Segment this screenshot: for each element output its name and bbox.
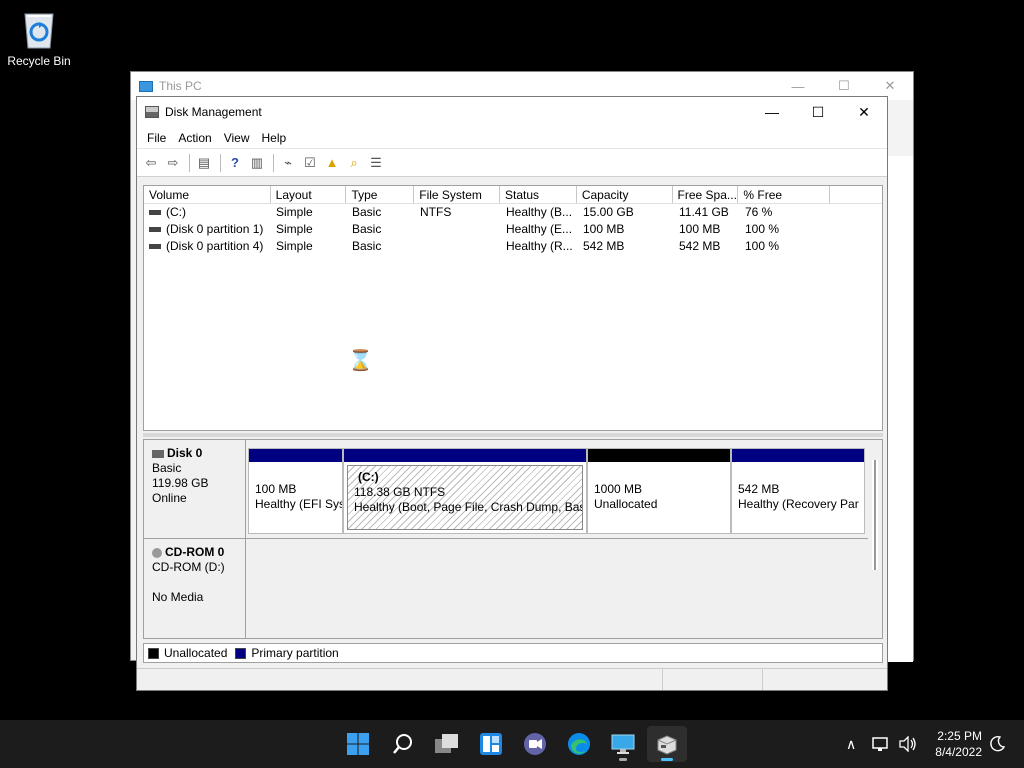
partition-efi[interactable]: 100 MB Healthy (EFI Sys xyxy=(248,448,343,534)
disk-management-window: Disk Management — ☐ ✕ File Action View H… xyxy=(136,96,888,691)
disk-0-label[interactable]: Disk 0 Basic 119.98 GB Online xyxy=(144,440,246,538)
column-file-system[interactable]: File System xyxy=(414,186,501,203)
primary-partition-bar xyxy=(732,449,864,462)
menu-bar: File Action View Help xyxy=(137,127,887,149)
disk-management-taskbar-button[interactable] xyxy=(647,726,687,762)
column-percent-free[interactable]: % Free xyxy=(738,186,831,203)
disk-0-row: Disk 0 Basic 119.98 GB Online 100 MB Hea… xyxy=(144,440,868,538)
chat-icon xyxy=(524,733,546,755)
show-hide-console-tree-icon[interactable]: ▤ xyxy=(194,153,214,173)
back-arrow-icon[interactable]: ⇦ xyxy=(141,153,161,173)
drive-icon xyxy=(149,244,161,250)
column-layout[interactable]: Layout xyxy=(271,186,347,203)
window-title: Disk Management xyxy=(165,105,262,119)
search-folder-icon[interactable]: ⌕ xyxy=(344,153,364,173)
volume-icon[interactable] xyxy=(898,720,918,768)
volume-list: Volume Layout Type File System Status Ca… xyxy=(143,185,883,431)
table-row[interactable]: (Disk 0 partition 4) Simple Basic Health… xyxy=(144,238,882,255)
task-view-icon xyxy=(435,734,458,753)
table-row[interactable]: (Disk 0 partition 1) Simple Basic Health… xyxy=(144,221,882,238)
column-capacity[interactable]: Capacity xyxy=(577,186,673,203)
column-volume[interactable]: Volume xyxy=(144,186,271,203)
unallocated-swatch xyxy=(148,647,159,659)
up-folder-icon[interactable]: ▲ xyxy=(322,153,342,173)
show-hidden-icons-button[interactable]: ∧ xyxy=(846,720,856,768)
toolbar: ⇦ ⇨ ▤ ? ▥ ⌁ ☑ ▲ ⌕ ☰ xyxy=(137,149,887,177)
help-icon[interactable]: ? xyxy=(225,153,245,173)
menu-action[interactable]: Action xyxy=(172,131,217,145)
vertical-scrollbar[interactable] xyxy=(872,460,878,570)
edge-button[interactable] xyxy=(559,726,599,762)
start-button[interactable] xyxy=(338,726,378,762)
column-free-space[interactable]: Free Spa... xyxy=(673,186,739,203)
minimize-button[interactable]: — xyxy=(749,97,795,127)
menu-view[interactable]: View xyxy=(218,131,256,145)
primary-partition-bar xyxy=(249,449,342,462)
legend-primary: Primary partition xyxy=(251,646,339,660)
drive-icon xyxy=(149,227,161,233)
action-pane-icon[interactable]: ▥ xyxy=(247,153,267,173)
cdrom-0-row: CD-ROM 0 CD-ROM (D:) No Media xyxy=(144,538,868,638)
this-pc-taskbar-button[interactable] xyxy=(603,726,643,762)
column-status[interactable]: Status xyxy=(500,186,577,203)
recycle-bin-desktop-icon[interactable]: Recycle Bin xyxy=(6,8,72,68)
recycle-bin-icon xyxy=(21,8,57,50)
menu-file[interactable]: File xyxy=(141,131,172,145)
clock-time: 2:25 PM xyxy=(937,729,982,743)
unallocated-bar xyxy=(588,449,730,462)
recycle-bin-label: Recycle Bin xyxy=(7,54,71,68)
hourglass-cursor-icon: ⌛ xyxy=(348,350,373,372)
monitor-icon xyxy=(611,734,635,754)
status-bar xyxy=(137,668,887,690)
scrollbar-thumb[interactable] xyxy=(874,460,876,570)
legend-unallocated: Unallocated xyxy=(164,646,228,660)
search-button[interactable] xyxy=(383,726,423,762)
menu-help[interactable]: Help xyxy=(256,131,293,145)
clock-date: 8/4/2022 xyxy=(935,745,982,759)
partition-recovery[interactable]: 542 MB Healthy (Recovery Par xyxy=(731,448,865,534)
cdrom-0-label[interactable]: CD-ROM 0 CD-ROM (D:) No Media xyxy=(144,539,246,638)
windows-logo-icon xyxy=(347,733,369,755)
search-icon xyxy=(393,734,412,754)
properties-icon[interactable]: ☰ xyxy=(366,153,386,173)
pane-splitter[interactable] xyxy=(143,433,883,437)
legend: Unallocated Primary partition xyxy=(143,643,883,663)
drive-icon xyxy=(149,210,161,216)
volume-list-header: Volume Layout Type File System Status Ca… xyxy=(144,186,882,204)
disk-icon xyxy=(152,449,164,458)
cdrom-icon xyxy=(152,547,162,558)
checkmark-icon[interactable]: ☑ xyxy=(300,153,320,173)
column-type[interactable]: Type xyxy=(346,186,415,203)
disk-graphical-view: Disk 0 Basic 119.98 GB Online 100 MB Hea… xyxy=(143,439,883,639)
maximize-button[interactable]: ☐ xyxy=(795,97,841,127)
monitor-icon xyxy=(139,80,153,92)
chat-button[interactable] xyxy=(515,726,555,762)
disk-management-app-icon xyxy=(145,106,159,118)
taskbar: ∧ 2:25 PM 8/4/2022 xyxy=(0,720,1024,768)
chevron-up-icon: ∧ xyxy=(846,735,857,752)
widgets-button[interactable] xyxy=(471,726,511,762)
window-glyph-icon xyxy=(893,643,905,654)
connect-disk-icon[interactable]: ⌁ xyxy=(278,153,298,173)
this-pc-side-panel xyxy=(887,156,913,662)
widgets-icon xyxy=(480,733,502,755)
this-pc-title: This PC xyxy=(159,79,202,93)
table-row[interactable]: (C:) Simple Basic NTFS Healthy (B... 15.… xyxy=(144,204,882,221)
edge-browser-icon xyxy=(568,733,590,755)
focus-assist-icon[interactable] xyxy=(988,720,1006,768)
forward-arrow-icon[interactable]: ⇨ xyxy=(163,153,183,173)
close-button[interactable]: ✕ xyxy=(841,97,887,127)
primary-partition-bar xyxy=(344,449,586,462)
primary-partition-swatch xyxy=(235,647,247,659)
network-icon[interactable] xyxy=(872,720,890,768)
clock[interactable]: 2:25 PM 8/4/2022 xyxy=(935,728,982,760)
task-view-button[interactable] xyxy=(427,726,467,762)
disk-management-icon xyxy=(657,735,677,755)
selected-partition-hatch: (C:) 118.38 GB NTFS Healthy (Boot, Page … xyxy=(347,465,583,530)
partition-unallocated[interactable]: 1000 MB Unallocated xyxy=(587,448,731,534)
partition-c[interactable]: (C:) 118.38 GB NTFS Healthy (Boot, Page … xyxy=(343,448,587,534)
